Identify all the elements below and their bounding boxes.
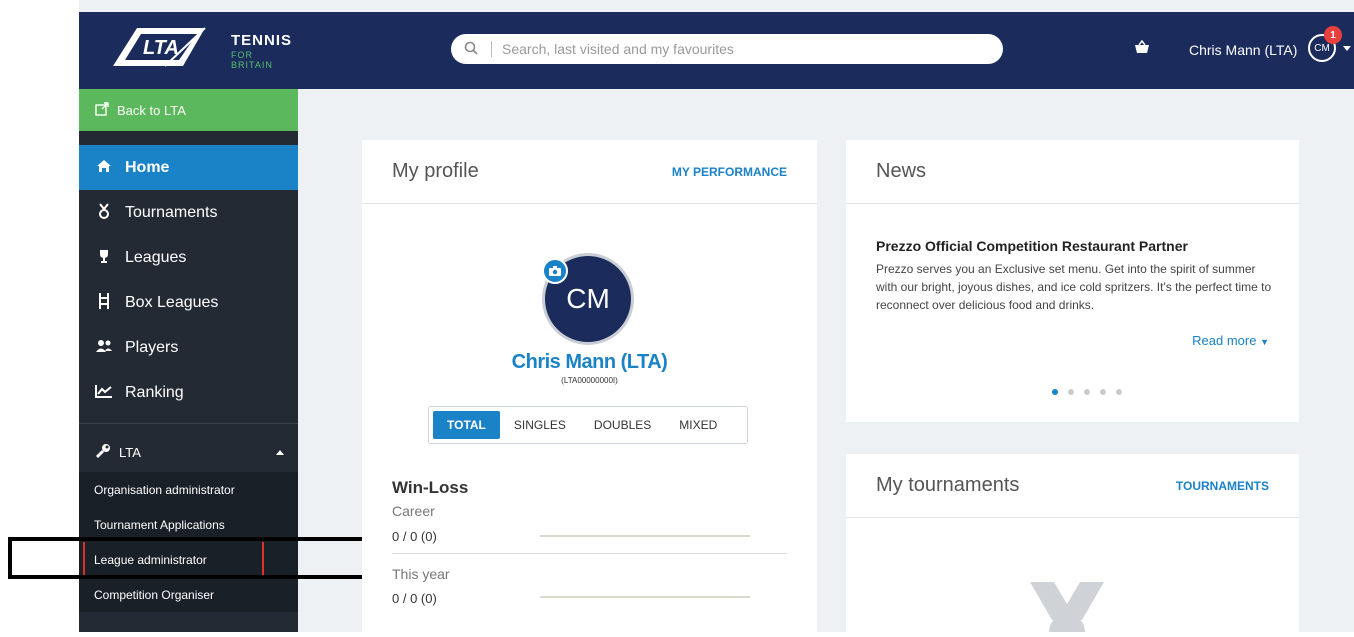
career-progress-bar bbox=[540, 535, 750, 537]
logo-lta-text: LTA bbox=[143, 37, 179, 59]
profile-member-id: (LTA00000000I) bbox=[561, 376, 618, 385]
search-bar[interactable] bbox=[451, 34, 1003, 64]
chart-icon bbox=[95, 384, 113, 402]
career-value: 0 / 0 (0) bbox=[392, 529, 437, 544]
news-title: News bbox=[876, 160, 927, 182]
profile-name: Chris Mann (LTA) bbox=[511, 351, 668, 373]
sidebar-item-tournaments[interactable]: Tournaments bbox=[79, 190, 298, 235]
tab-mixed[interactable]: MIXED bbox=[665, 411, 731, 439]
carousel-dot[interactable] bbox=[1052, 389, 1058, 395]
read-more-link[interactable]: Read more ▼ bbox=[1192, 333, 1269, 348]
carousel-dot[interactable] bbox=[1100, 389, 1106, 395]
news-headline[interactable]: Prezzo Official Competition Restaurant P… bbox=[876, 238, 1188, 254]
tab-singles[interactable]: SINGLES bbox=[500, 411, 580, 439]
career-label: Career bbox=[392, 503, 435, 519]
back-to-lta-label: Back to LTA bbox=[117, 102, 186, 118]
profile-title: My profile bbox=[392, 160, 479, 182]
top-bar: LTA TENNIS FOR BRITAIN Chris Mann (LTA) … bbox=[79, 12, 1354, 89]
lta-logo[interactable]: LTA TENNIS FOR BRITAIN bbox=[105, 20, 291, 76]
external-link-icon bbox=[95, 101, 109, 119]
sidebar-item-label: Leagues bbox=[125, 248, 187, 266]
camera-icon[interactable] bbox=[542, 258, 568, 284]
news-card-header: News bbox=[846, 140, 1299, 204]
carousel-dot[interactable] bbox=[1084, 389, 1090, 395]
annotation-highlight-box bbox=[8, 537, 371, 579]
sidebar-item-home[interactable]: Home bbox=[79, 145, 298, 190]
logo-britain-text: FOR BRITAIN bbox=[231, 50, 273, 70]
wrench-icon bbox=[95, 443, 111, 462]
this-year-label: This year bbox=[392, 566, 450, 582]
read-more-label: Read more bbox=[1192, 333, 1257, 348]
news-body: Prezzo serves you an Exclusive set menu.… bbox=[876, 262, 1272, 312]
win-loss-title: Win-Loss bbox=[392, 478, 469, 497]
my-tournaments-card: My tournaments TOURNAMENTS bbox=[846, 454, 1299, 637]
profile-card: My profile MY PERFORMANCE CM Chris Mann … bbox=[362, 140, 817, 632]
match-type-tabs: TOTAL SINGLES DOUBLES MIXED bbox=[428, 406, 748, 444]
sidebar-item-label: Home bbox=[125, 158, 170, 176]
medal-placeholder-icon bbox=[1022, 582, 1112, 637]
tournaments-title: My tournaments bbox=[876, 474, 1020, 496]
ladder-icon bbox=[95, 292, 113, 313]
carousel-dots bbox=[1052, 389, 1122, 395]
this-year-progress-bar bbox=[540, 596, 750, 598]
chevron-down-icon[interactable] bbox=[1343, 46, 1351, 51]
news-card: News Prezzo Official Competition Restaur… bbox=[846, 140, 1299, 422]
players-icon bbox=[95, 339, 113, 357]
profile-card-header: My profile MY PERFORMANCE bbox=[362, 140, 817, 204]
sidebar-divider bbox=[79, 423, 298, 424]
search-icon bbox=[451, 41, 491, 58]
search-input[interactable] bbox=[492, 41, 972, 57]
basket-icon[interactable] bbox=[1134, 39, 1150, 57]
trophy-icon bbox=[95, 249, 113, 267]
logo-tennis-text: TENNIS bbox=[231, 32, 293, 49]
tournaments-link[interactable]: TOURNAMENTS bbox=[1176, 479, 1269, 493]
sidebar-section-lta[interactable]: LTA bbox=[79, 432, 298, 472]
sidebar-item-leagues[interactable]: Leagues bbox=[79, 235, 298, 280]
sidebar-item-label: Tournaments bbox=[125, 203, 218, 221]
tab-doubles[interactable]: DOUBLES bbox=[580, 411, 665, 439]
carousel-dot[interactable] bbox=[1116, 389, 1122, 395]
tab-total[interactable]: TOTAL bbox=[433, 411, 500, 439]
user-name[interactable]: Chris Mann (LTA) bbox=[1189, 42, 1297, 58]
sidebar-item-players[interactable]: Players bbox=[79, 325, 298, 370]
sidebar-section-label: LTA bbox=[119, 444, 141, 460]
chevron-down-icon: ▼ bbox=[1260, 337, 1269, 347]
tournaments-card-header: My tournaments TOURNAMENTS bbox=[846, 454, 1299, 518]
home-icon bbox=[95, 159, 113, 177]
carousel-dot[interactable] bbox=[1068, 389, 1074, 395]
this-year-value: 0 / 0 (0) bbox=[392, 591, 437, 606]
back-to-lta-link[interactable]: Back to LTA bbox=[79, 89, 298, 131]
sidebar-item-ranking[interactable]: Ranking bbox=[79, 370, 298, 415]
sidebar-item-organisation-administrator[interactable]: Organisation administrator bbox=[79, 472, 298, 507]
sidebar-item-competition-organiser[interactable]: Competition Organiser bbox=[79, 577, 298, 612]
sidebar-item-box-leagues[interactable]: Box Leagues bbox=[79, 280, 298, 325]
medal-icon bbox=[95, 202, 113, 223]
lta-logo-icon: LTA bbox=[113, 27, 206, 67]
chevron-up-icon[interactable] bbox=[276, 450, 284, 455]
win-loss-divider bbox=[392, 553, 787, 554]
sidebar-item-label: Ranking bbox=[125, 383, 184, 401]
my-performance-link[interactable]: MY PERFORMANCE bbox=[672, 165, 787, 179]
sidebar-item-label: Box Leagues bbox=[125, 293, 219, 311]
sidebar-item-label: Players bbox=[125, 338, 179, 356]
notification-badge[interactable]: 1 bbox=[1324, 26, 1342, 44]
